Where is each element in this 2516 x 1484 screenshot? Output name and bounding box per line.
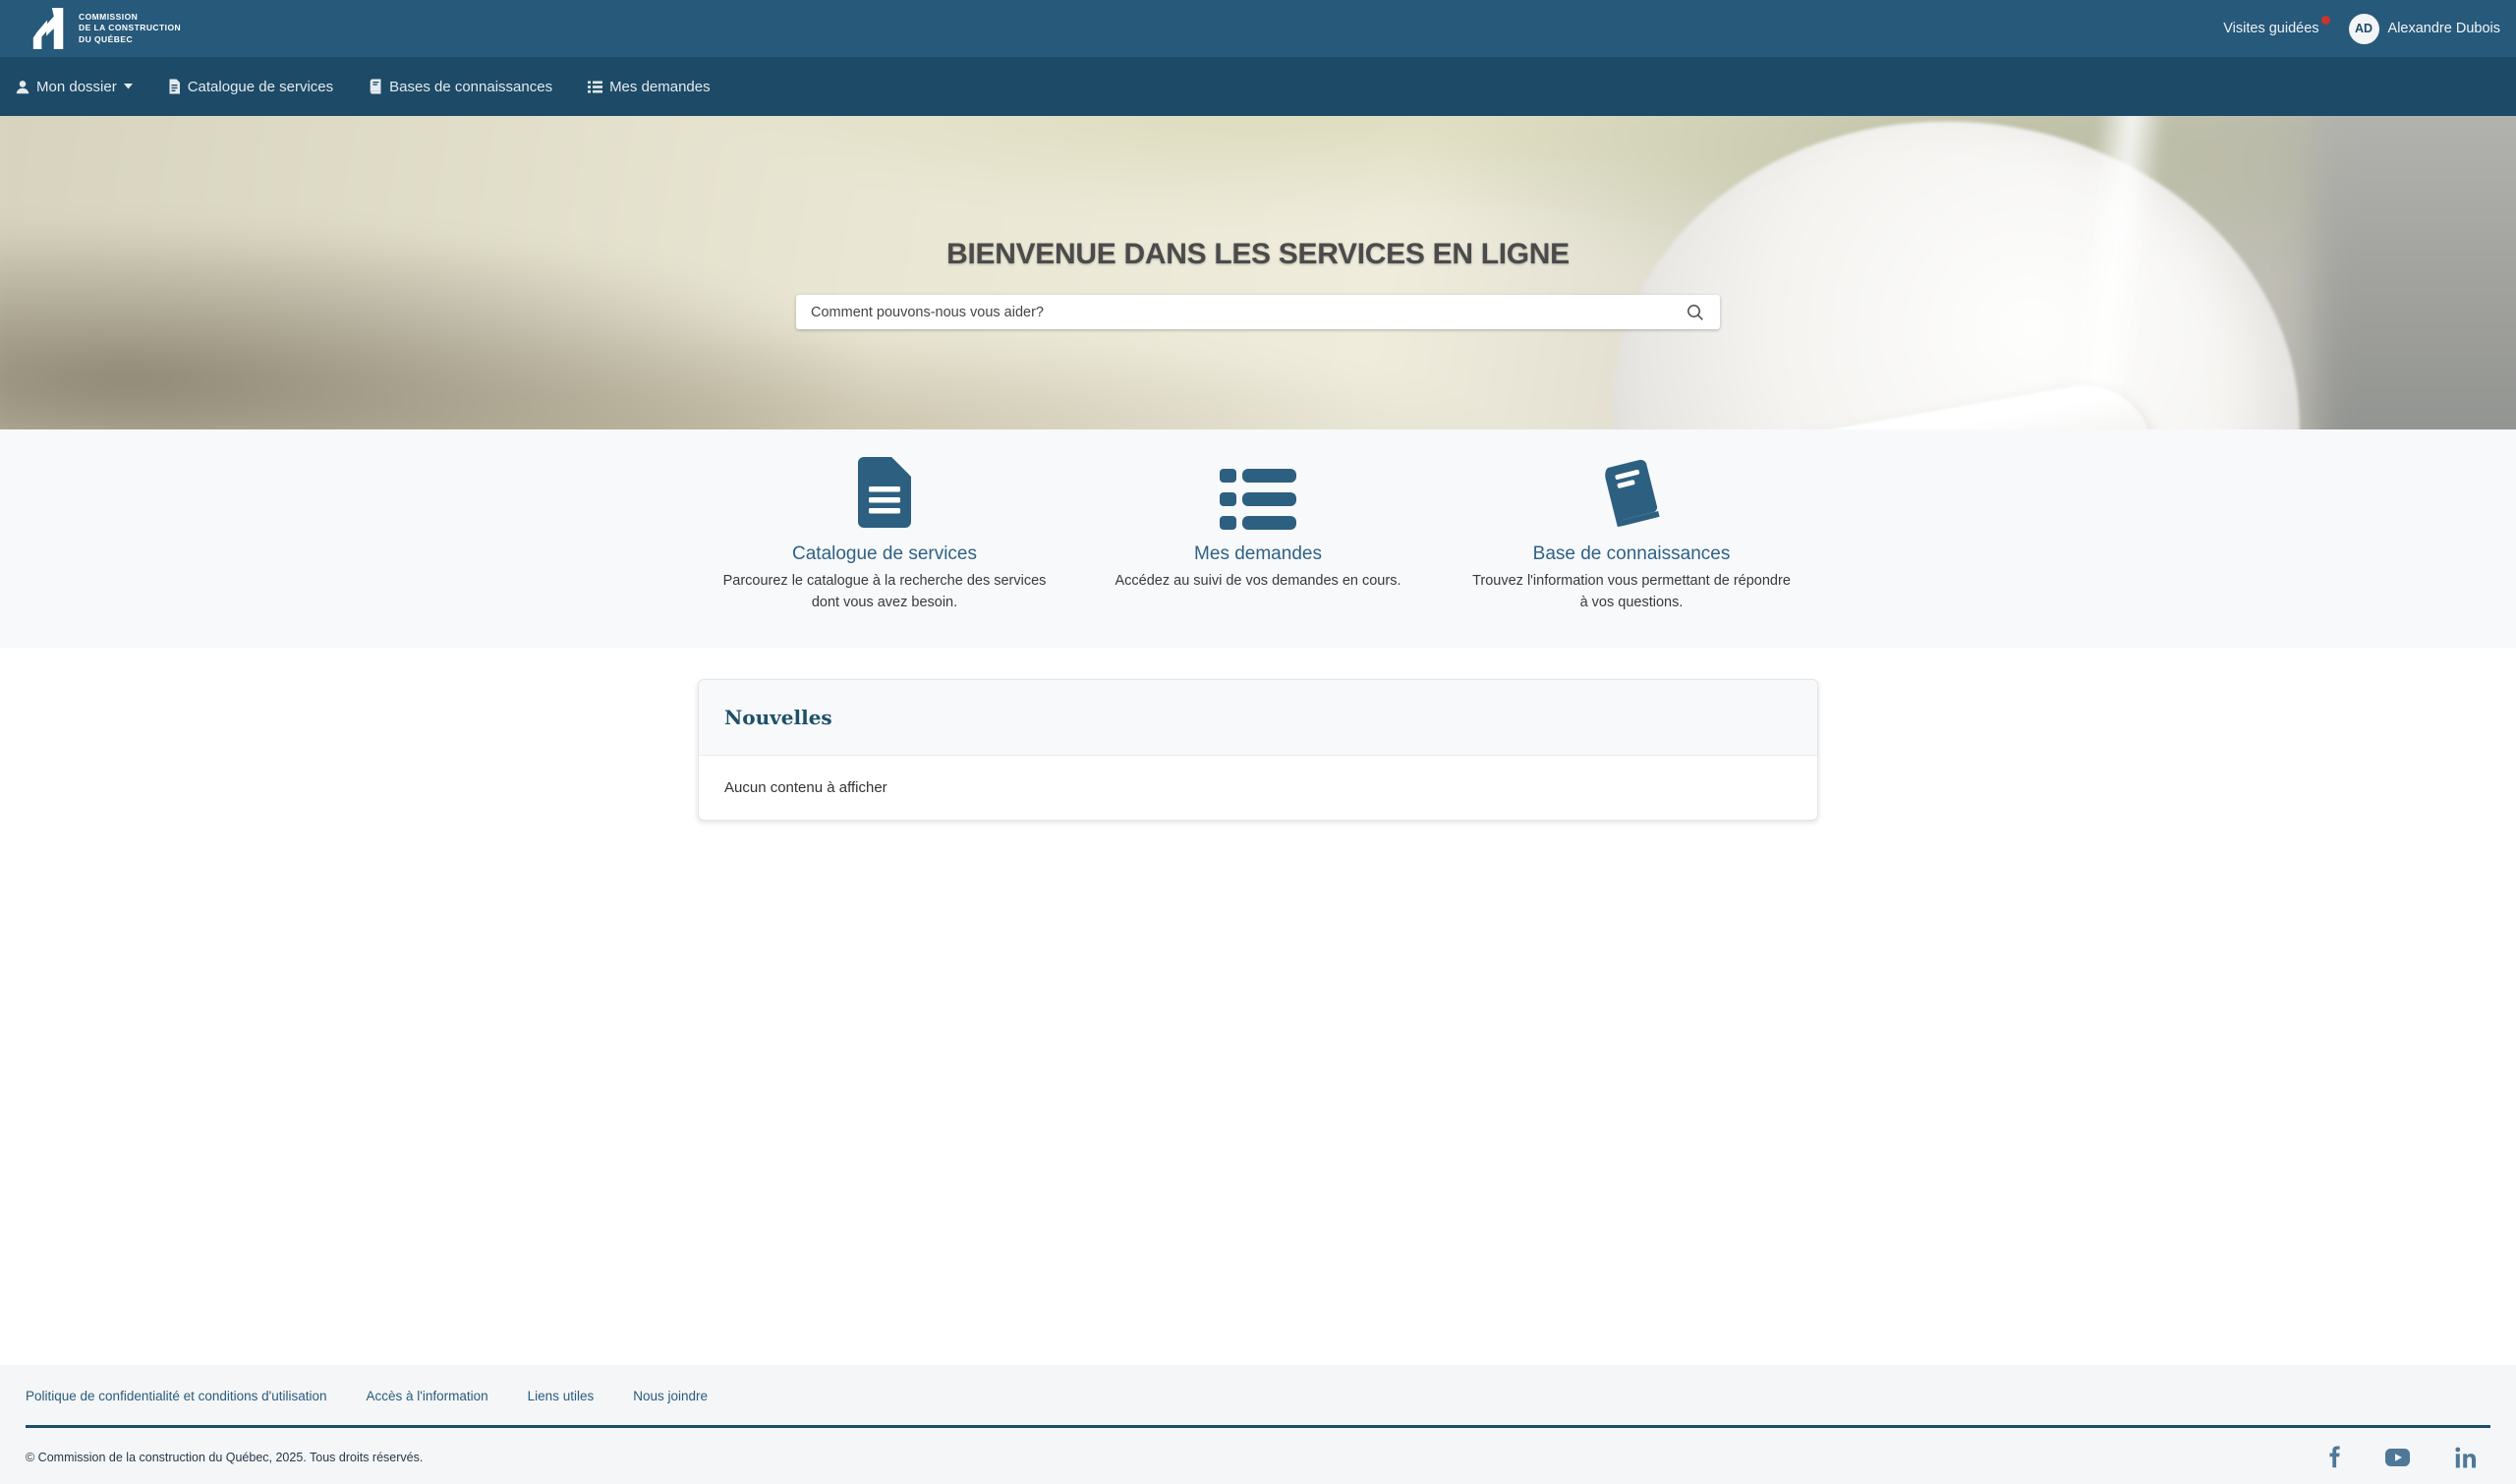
search-input[interactable]	[796, 295, 1720, 329]
news-panel: Nouvelles Aucun contenu à afficher	[698, 679, 1818, 821]
card-description: Accédez au suivi de vos demandes en cour…	[1115, 571, 1401, 593]
file-text-icon	[854, 455, 915, 530]
book-icon	[1597, 457, 1666, 530]
logo-line-2: DE LA CONSTRUCTION	[79, 23, 181, 33]
page-title: BIENVENUE DANS LES SERVICES EN LIGNE	[946, 238, 1570, 271]
quick-links: Catalogue de services Parcourez le catal…	[698, 453, 1818, 614]
card-description: Trouvez l'information vous permettant de…	[1469, 571, 1794, 614]
footer-link-politique[interactable]: Politique de confidentialité et conditio…	[26, 1389, 327, 1403]
card-description: Parcourez le catalogue à la recherche de…	[722, 571, 1047, 614]
logo-line-3: DU QUÉBEC	[79, 34, 181, 45]
ccq-logo[interactable]: COMMISSION DE LA CONSTRUCTION DU QUÉBEC	[29, 6, 181, 51]
youtube-link[interactable]	[2385, 1449, 2410, 1466]
avatar: AD	[2349, 14, 2379, 44]
notification-dot	[2321, 16, 2330, 25]
user-icon	[16, 80, 29, 94]
footer-divider	[26, 1425, 2490, 1428]
news-empty-message: Aucun contenu à afficher	[724, 779, 887, 796]
file-icon	[168, 79, 181, 94]
search-button[interactable]	[1679, 295, 1712, 329]
youtube-icon	[2385, 1449, 2410, 1466]
user-name: Alexandre Dubois	[2388, 21, 2500, 36]
card-icon-link[interactable]	[854, 453, 915, 530]
top-header: COMMISSION DE LA CONSTRUCTION DU QUÉBEC …	[0, 0, 2516, 57]
book-icon	[369, 79, 382, 94]
footer-link-liens-utiles[interactable]: Liens utiles	[528, 1389, 595, 1403]
card-mes-demandes: Mes demandes Accédez au suivi de vos dem…	[1071, 453, 1445, 614]
nav-item-mon-dossier[interactable]: Mon dossier	[16, 79, 133, 95]
news-title: Nouvelles	[724, 706, 1792, 729]
visites-guidees-label: Visites guidées	[2223, 21, 2318, 36]
footer-link-acces-information[interactable]: Accès à l'information	[367, 1389, 488, 1403]
nav-item-catalogue[interactable]: Catalogue de services	[168, 79, 333, 95]
magnifier-icon	[1687, 304, 1704, 321]
nav-label: Catalogue de services	[188, 79, 333, 95]
main-nav: Mon dossier Catalogue de services Bases …	[0, 57, 2516, 116]
logo-line-1: COMMISSION	[79, 12, 181, 23]
linkedin-link[interactable]	[2455, 1447, 2477, 1468]
hero-content: BIENVENUE DANS LES SERVICES EN LIGNE	[0, 116, 2516, 429]
copyright-text: © Commission de la construction du Québe…	[26, 1451, 423, 1464]
ccq-logo-text: COMMISSION DE LA CONSTRUCTION DU QUÉBEC	[79, 12, 181, 44]
chevron-down-icon	[124, 84, 133, 89]
card-icon-link[interactable]	[1220, 453, 1296, 530]
nav-item-bases-de-connaissances[interactable]: Bases de connaissances	[369, 79, 552, 95]
ccq-logo-icon	[29, 6, 69, 51]
nav-item-mes-demandes[interactable]: Mes demandes	[588, 79, 711, 95]
user-menu[interactable]: AD Alexandre Dubois	[2349, 14, 2500, 44]
list-icon	[1220, 469, 1296, 530]
main-content: Nouvelles Aucun contenu à afficher	[0, 648, 2516, 1366]
footer: Politique de confidentialité et conditio…	[0, 1365, 2516, 1484]
nav-label: Mon dossier	[36, 79, 117, 95]
card-base-de-connaissances: Base de connaissances Trouvez l'informat…	[1445, 453, 1818, 614]
card-title-link[interactable]: Mes demandes	[1194, 543, 1322, 565]
card-title-link[interactable]: Base de connaissances	[1533, 543, 1731, 565]
news-panel-body: Aucun contenu à afficher	[699, 756, 1817, 820]
news-panel-header: Nouvelles	[699, 680, 1817, 756]
footer-links: Politique de confidentialité et conditio…	[26, 1389, 2490, 1403]
header-right: Visites guidées AD Alexandre Dubois	[2223, 14, 2500, 44]
services-en-ligne-page: COMMISSION DE LA CONSTRUCTION DU QUÉBEC …	[0, 0, 2516, 1484]
nav-label: Bases de connaissances	[389, 79, 552, 95]
card-icon-link[interactable]	[1597, 453, 1666, 530]
linkedin-icon	[2455, 1447, 2477, 1468]
card-title-link[interactable]: Catalogue de services	[792, 543, 977, 565]
footer-link-nous-joindre[interactable]: Nous joindre	[633, 1389, 708, 1403]
visites-guidees-link[interactable]: Visites guidées	[2223, 21, 2318, 36]
card-catalogue-de-services: Catalogue de services Parcourez le catal…	[698, 453, 1071, 614]
list-icon	[588, 81, 602, 93]
nav-label: Mes demandes	[609, 79, 711, 95]
footer-bottom: © Commission de la construction du Québe…	[26, 1446, 2490, 1468]
hero-banner: BIENVENUE DANS LES SERVICES EN LIGNE	[0, 116, 2516, 429]
hero-search	[796, 295, 1720, 329]
facebook-icon	[2327, 1446, 2340, 1468]
quick-links-band: Catalogue de services Parcourez le catal…	[0, 429, 2516, 648]
social-links	[2327, 1446, 2490, 1468]
facebook-link[interactable]	[2327, 1446, 2340, 1468]
